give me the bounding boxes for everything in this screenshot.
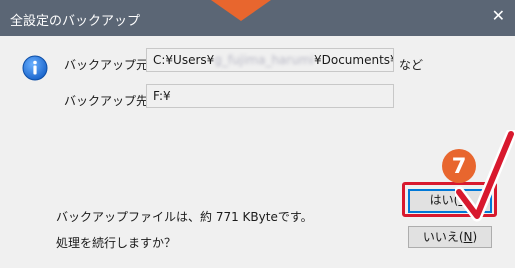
- dest-label: バックアップ先: [64, 94, 149, 108]
- no-close: ): [472, 230, 478, 244]
- source-path-redacted: g_fujima_harumi: [214, 53, 314, 67]
- pointer-marker: [211, 0, 271, 21]
- no-label: いいえ(: [422, 230, 464, 244]
- dialog-title: 全設定のバックアップ: [10, 14, 141, 29]
- info-icon: [22, 55, 48, 81]
- source-path-suffix: ¥Documents¥: [313, 53, 394, 67]
- no-button[interactable]: いいえ(N): [408, 226, 492, 248]
- size-message: バックアップファイルは、約 771 KByteです。: [56, 210, 313, 224]
- source-path-field: C:¥Users¥g_fujima_harumi¥Documents¥: [146, 48, 394, 72]
- source-label: バックアップ元: [64, 58, 149, 72]
- dest-path-field: F:¥: [146, 84, 394, 108]
- close-icon[interactable]: ✕: [492, 8, 505, 24]
- confirm-message: 処理を続行しますか？: [56, 236, 177, 250]
- backup-dialog: 全設定のバックアップ ✕ バックアップ元 C:¥Users¥g_fujima_h…: [0, 0, 515, 268]
- source-suffix-text: など: [399, 58, 424, 72]
- source-path-prefix: C:¥Users¥: [153, 53, 215, 67]
- check-mark-icon: [455, 130, 515, 222]
